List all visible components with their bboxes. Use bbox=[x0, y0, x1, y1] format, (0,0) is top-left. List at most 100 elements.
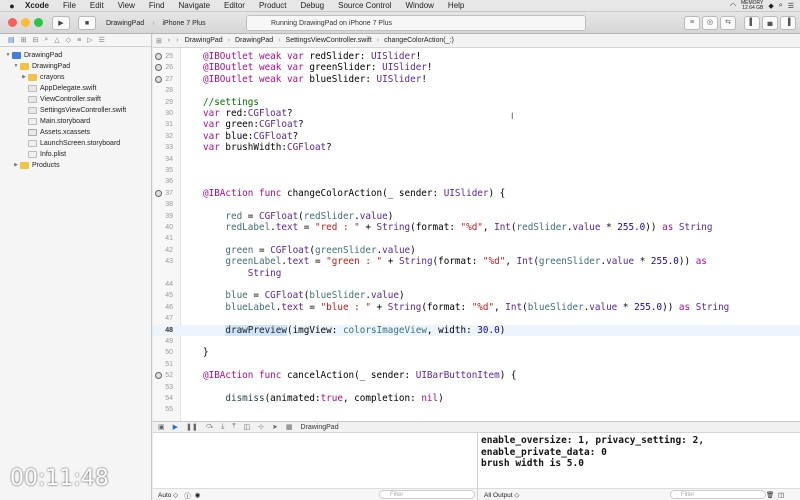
code-line[interactable]: 38 bbox=[153, 199, 800, 210]
code-line[interactable]: 34 bbox=[153, 154, 800, 165]
code-line[interactable]: String bbox=[153, 268, 800, 279]
output-selector[interactable]: All Output ◇ bbox=[478, 491, 519, 499]
jump-bar-item[interactable]: SettingsViewController.swift bbox=[283, 37, 375, 44]
code-line[interactable]: 28 bbox=[153, 85, 800, 96]
code-line[interactable]: 52 @IBAction func cancelAction(_ sender: … bbox=[153, 370, 800, 381]
device-name[interactable]: iPhone 7 Plus bbox=[158, 20, 209, 27]
code-line[interactable]: 25 @IBOutlet weak var redSlider: UISlider… bbox=[153, 51, 800, 62]
info-icon[interactable]: ⓘ bbox=[184, 490, 191, 500]
code-line[interactable]: 55 bbox=[153, 404, 800, 415]
breakpoints-toggle-icon[interactable]: ▶ bbox=[173, 423, 178, 431]
navigator-item[interactable]: ▶ crayons bbox=[0, 72, 151, 83]
memory-graph-icon[interactable]: ⊹ bbox=[258, 423, 264, 431]
symbol-icon[interactable]: ⊟ bbox=[33, 36, 39, 44]
disclosure-triangle-icon[interactable]: ▶ bbox=[20, 72, 28, 83]
disclosure-triangle-icon[interactable]: ▼ bbox=[4, 50, 12, 61]
related-items-icon[interactable]: ⊞ bbox=[153, 37, 165, 45]
jump-bar-item[interactable]: changeColorAction(_:) bbox=[381, 37, 457, 44]
code-line[interactable]: 46 blueLabel.text = "blue : " + String(f… bbox=[153, 302, 800, 313]
code-line[interactable]: 51 bbox=[153, 359, 800, 370]
navigator-toggle-button[interactable]: ▌ bbox=[744, 16, 760, 30]
disclosure-triangle-icon[interactable]: ▼ bbox=[12, 61, 20, 72]
debug-icon[interactable]: ≡ bbox=[77, 37, 81, 44]
standard-editor-button[interactable]: ≡ bbox=[684, 16, 700, 30]
menu-help[interactable]: Help bbox=[441, 0, 471, 12]
memory-indicator[interactable]: MEMORY 12.64 GB bbox=[741, 1, 763, 11]
menu-xcode[interactable]: Xcode bbox=[18, 0, 56, 12]
menu-debug[interactable]: Debug bbox=[294, 0, 332, 12]
minimize-window-button[interactable] bbox=[21, 18, 30, 27]
menu-navigate[interactable]: Navigate bbox=[171, 0, 217, 12]
report-icon[interactable]: ☰ bbox=[99, 36, 105, 44]
version-editor-button[interactable]: ⇆ bbox=[720, 16, 736, 30]
code-line[interactable]: 29 //settings bbox=[153, 97, 800, 108]
navigator-item[interactable]: ▼ DrawingPad bbox=[0, 61, 151, 72]
code-line[interactable]: 43 greenLabel.text = "green : " + String… bbox=[153, 256, 800, 267]
back-arrow-icon[interactable]: ‹ bbox=[165, 37, 173, 44]
trash-icon[interactable]: 🗑 bbox=[766, 491, 774, 499]
console-output[interactable]: enable_oversize: 1, privacy_setting: 2, e… bbox=[478, 433, 800, 500]
code-line[interactable]: 39 red = CGFloat(redSlider.value) bbox=[153, 211, 800, 222]
code-line[interactable]: 30 var red:CGFloat? bbox=[153, 108, 800, 119]
hide-debug-area-icon[interactable]: ▣ bbox=[158, 423, 165, 431]
console-filter-input[interactable]: Filter bbox=[670, 490, 766, 499]
code-editor[interactable]: 25 @IBOutlet weak var redSlider: UISlider… bbox=[153, 48, 800, 421]
code-line[interactable]: 32 var blue:CGFloat? bbox=[153, 131, 800, 142]
jump-bar-item[interactable]: DrawingPad bbox=[182, 37, 226, 44]
menu-window[interactable]: Window bbox=[398, 0, 440, 12]
breakpoint-icon[interactable]: ▷ bbox=[87, 36, 92, 44]
step-over-icon[interactable]: ⤼ bbox=[206, 423, 213, 431]
utilities-toggle-button[interactable]: ▐ bbox=[780, 16, 796, 30]
navigator-item[interactable]: Assets.xcassets bbox=[0, 127, 151, 138]
scheme-name[interactable]: DrawingPad bbox=[102, 20, 148, 27]
auto-selector[interactable]: Auto ◇ bbox=[153, 491, 178, 499]
dropbox-icon[interactable]: ◆ bbox=[768, 2, 773, 10]
menu-view[interactable]: View bbox=[111, 0, 142, 12]
search-icon[interactable]: ⌕ bbox=[779, 2, 783, 10]
simulate-location-icon[interactable]: ➤ bbox=[272, 423, 278, 431]
code-line[interactable]: 33 var brushWidth:CGFloat? bbox=[153, 142, 800, 153]
find-icon[interactable]: ⌕ bbox=[44, 36, 48, 44]
code-line[interactable]: 40 redLabel.text = "red : " + String(for… bbox=[153, 222, 800, 233]
run-button[interactable]: ▶ bbox=[52, 16, 70, 30]
close-window-button[interactable] bbox=[8, 18, 17, 27]
step-out-icon[interactable]: ⤒ bbox=[232, 423, 235, 431]
navigator-item[interactable]: Info.plist bbox=[0, 149, 151, 160]
navigator-item[interactable]: Main.storyboard bbox=[0, 116, 151, 127]
navigator-item[interactable]: ▶ Products bbox=[0, 160, 151, 171]
menu-edit[interactable]: Edit bbox=[83, 0, 111, 12]
code-line[interactable]: 27 @IBOutlet weak var blueSlider: UISlide… bbox=[153, 74, 800, 85]
test-icon[interactable]: ◇ bbox=[66, 36, 71, 44]
variables-view[interactable]: Auto ◇ ⓘ ◉ Filter bbox=[153, 433, 478, 500]
zoom-window-button[interactable] bbox=[34, 18, 43, 27]
code-line[interactable]: 44 bbox=[153, 279, 800, 290]
assistant-editor-button[interactable]: ◎ bbox=[702, 16, 718, 30]
code-line[interactable]: 37 @IBAction func changeColorAction(_ sen… bbox=[153, 188, 800, 199]
code-line[interactable]: 35 bbox=[153, 165, 800, 176]
menu-list-icon[interactable]: ☰ bbox=[788, 2, 794, 10]
menu-product[interactable]: Product bbox=[252, 0, 294, 12]
menu-editor[interactable]: Editor bbox=[217, 0, 252, 12]
split-view-icon[interactable]: ◫ bbox=[778, 491, 784, 499]
code-line[interactable]: 48 drawPreview(imgView: colorsImageView,… bbox=[153, 324, 800, 336]
disclosure-triangle-icon[interactable]: ▶ bbox=[12, 160, 20, 171]
menu-find[interactable]: Find bbox=[142, 0, 172, 12]
code-line[interactable]: 42 green = CGFloat(greenSlider.value) bbox=[153, 245, 800, 256]
folder-icon[interactable]: ▤ bbox=[8, 36, 15, 44]
code-line[interactable]: 45 blue = CGFloat(blueSlider.value) bbox=[153, 290, 800, 301]
code-line[interactable]: 41 bbox=[153, 233, 800, 244]
menu-source-control[interactable]: Source Control bbox=[331, 0, 398, 12]
variables-filter-input[interactable]: Filter bbox=[379, 490, 475, 499]
eye-icon[interactable]: ◉ bbox=[195, 491, 201, 499]
code-line[interactable]: 54 dismiss(animated:true, completion: ni… bbox=[153, 393, 800, 404]
navigator-item[interactable]: ViewController.swift bbox=[0, 94, 151, 105]
code-line[interactable]: 53 bbox=[153, 382, 800, 393]
navigator-item[interactable]: LaunchScreen.storyboard bbox=[0, 138, 151, 149]
step-in-icon[interactable]: ⤓ bbox=[221, 423, 224, 431]
forward-arrow-icon[interactable]: › bbox=[173, 37, 181, 44]
view-hierarchy-icon[interactable]: ◫ bbox=[243, 423, 250, 431]
code-line[interactable]: 36 bbox=[153, 176, 800, 187]
jump-bar-item[interactable]: DrawingPad bbox=[232, 37, 276, 44]
code-line[interactable]: 49 bbox=[153, 336, 800, 347]
code-line[interactable]: 47 bbox=[153, 313, 800, 324]
